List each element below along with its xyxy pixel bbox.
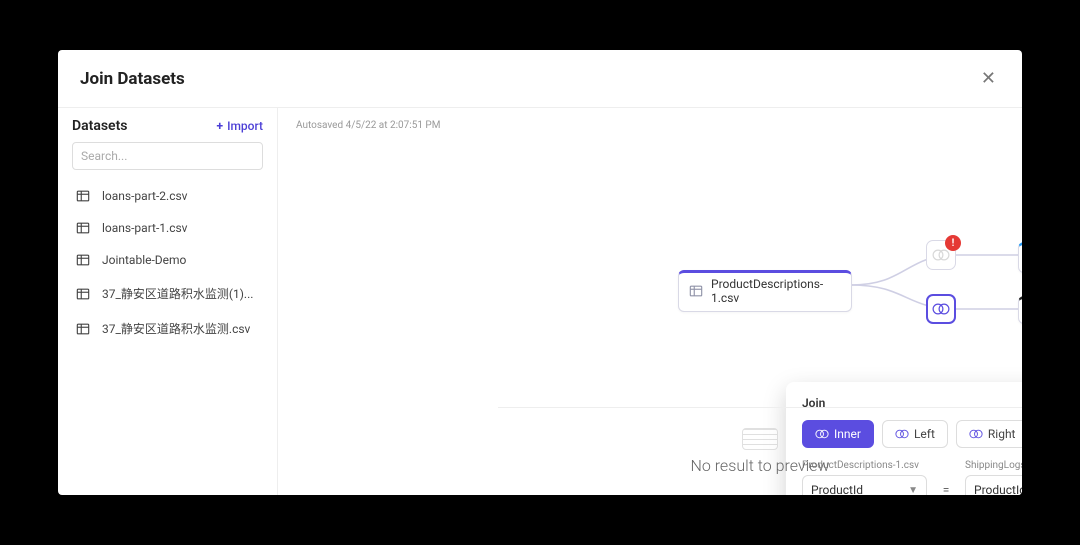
preview-empty-text: No result to preview	[690, 456, 829, 475]
dataset-item-label: loans-part-2.csv	[102, 189, 188, 203]
dataset-item-label: Jointable-Demo	[102, 253, 186, 267]
source-node-label: ProductDescriptions-1.csv	[711, 277, 841, 305]
dataset-item-label: loans-part-1.csv	[102, 221, 188, 235]
datasets-sidebar: Datasets + Import loans-part-2.csv loans…	[58, 108, 278, 495]
sidebar-header: Datasets + Import	[58, 108, 277, 142]
modal-title: Join Datasets	[80, 69, 185, 89]
target-node-b[interactable]: ShippingLogs.csv	[1018, 296, 1022, 324]
dataset-item[interactable]: Jointable-Demo	[72, 244, 275, 276]
source-node[interactable]: ProductDescriptions-1.csv	[678, 270, 852, 312]
import-label: Import	[227, 119, 263, 133]
dataset-item-label: 37_静安区道路积水监测.csv	[102, 320, 250, 337]
join-node-b[interactable]	[926, 294, 956, 324]
join-datasets-modal: Join Datasets ✕ Datasets + Import loans-…	[58, 50, 1022, 495]
table-icon	[76, 221, 90, 235]
search-wrapper	[58, 142, 277, 180]
table-icon	[76, 287, 90, 301]
import-button[interactable]: + Import	[217, 119, 263, 133]
preview-placeholder-icon	[742, 428, 778, 450]
autosave-text: Autosaved 4/5/22 at 2:07:51 PM	[296, 120, 440, 131]
table-icon	[76, 322, 90, 336]
table-icon	[76, 189, 90, 203]
modal-body: Datasets + Import loans-part-2.csv loans…	[58, 108, 1022, 495]
dataset-item[interactable]: loans-part-1.csv	[72, 212, 275, 244]
table-icon	[76, 253, 90, 267]
plus-icon: +	[217, 119, 224, 133]
modal-header: Join Datasets ✕	[58, 50, 1022, 108]
dataset-item-label: 37_静安区道路积水监测(1)...	[102, 285, 253, 302]
join-canvas[interactable]: Autosaved 4/5/22 at 2:07:51 PM ProductDe…	[278, 108, 1022, 495]
table-icon	[689, 284, 703, 298]
close-button[interactable]: ✕	[977, 64, 1000, 93]
dataset-item[interactable]: loans-part-2.csv	[72, 180, 275, 212]
venn-icon	[932, 300, 950, 318]
search-input[interactable]	[72, 142, 263, 170]
join-node-a[interactable]: !	[926, 240, 956, 270]
error-badge: !	[945, 235, 961, 251]
dataset-list[interactable]: loans-part-2.csv loans-part-1.csv Jointa…	[58, 180, 277, 495]
dataset-item[interactable]: 37_静安区道路积水监测.csv	[72, 311, 275, 346]
target-node-a[interactable]: 每日天气信息_29200009...	[1018, 242, 1022, 273]
dataset-item[interactable]: 37_静安区道路积水监测(1)...	[72, 276, 275, 311]
sidebar-title: Datasets	[72, 118, 128, 134]
preview-panel: No result to preview	[498, 407, 1022, 495]
